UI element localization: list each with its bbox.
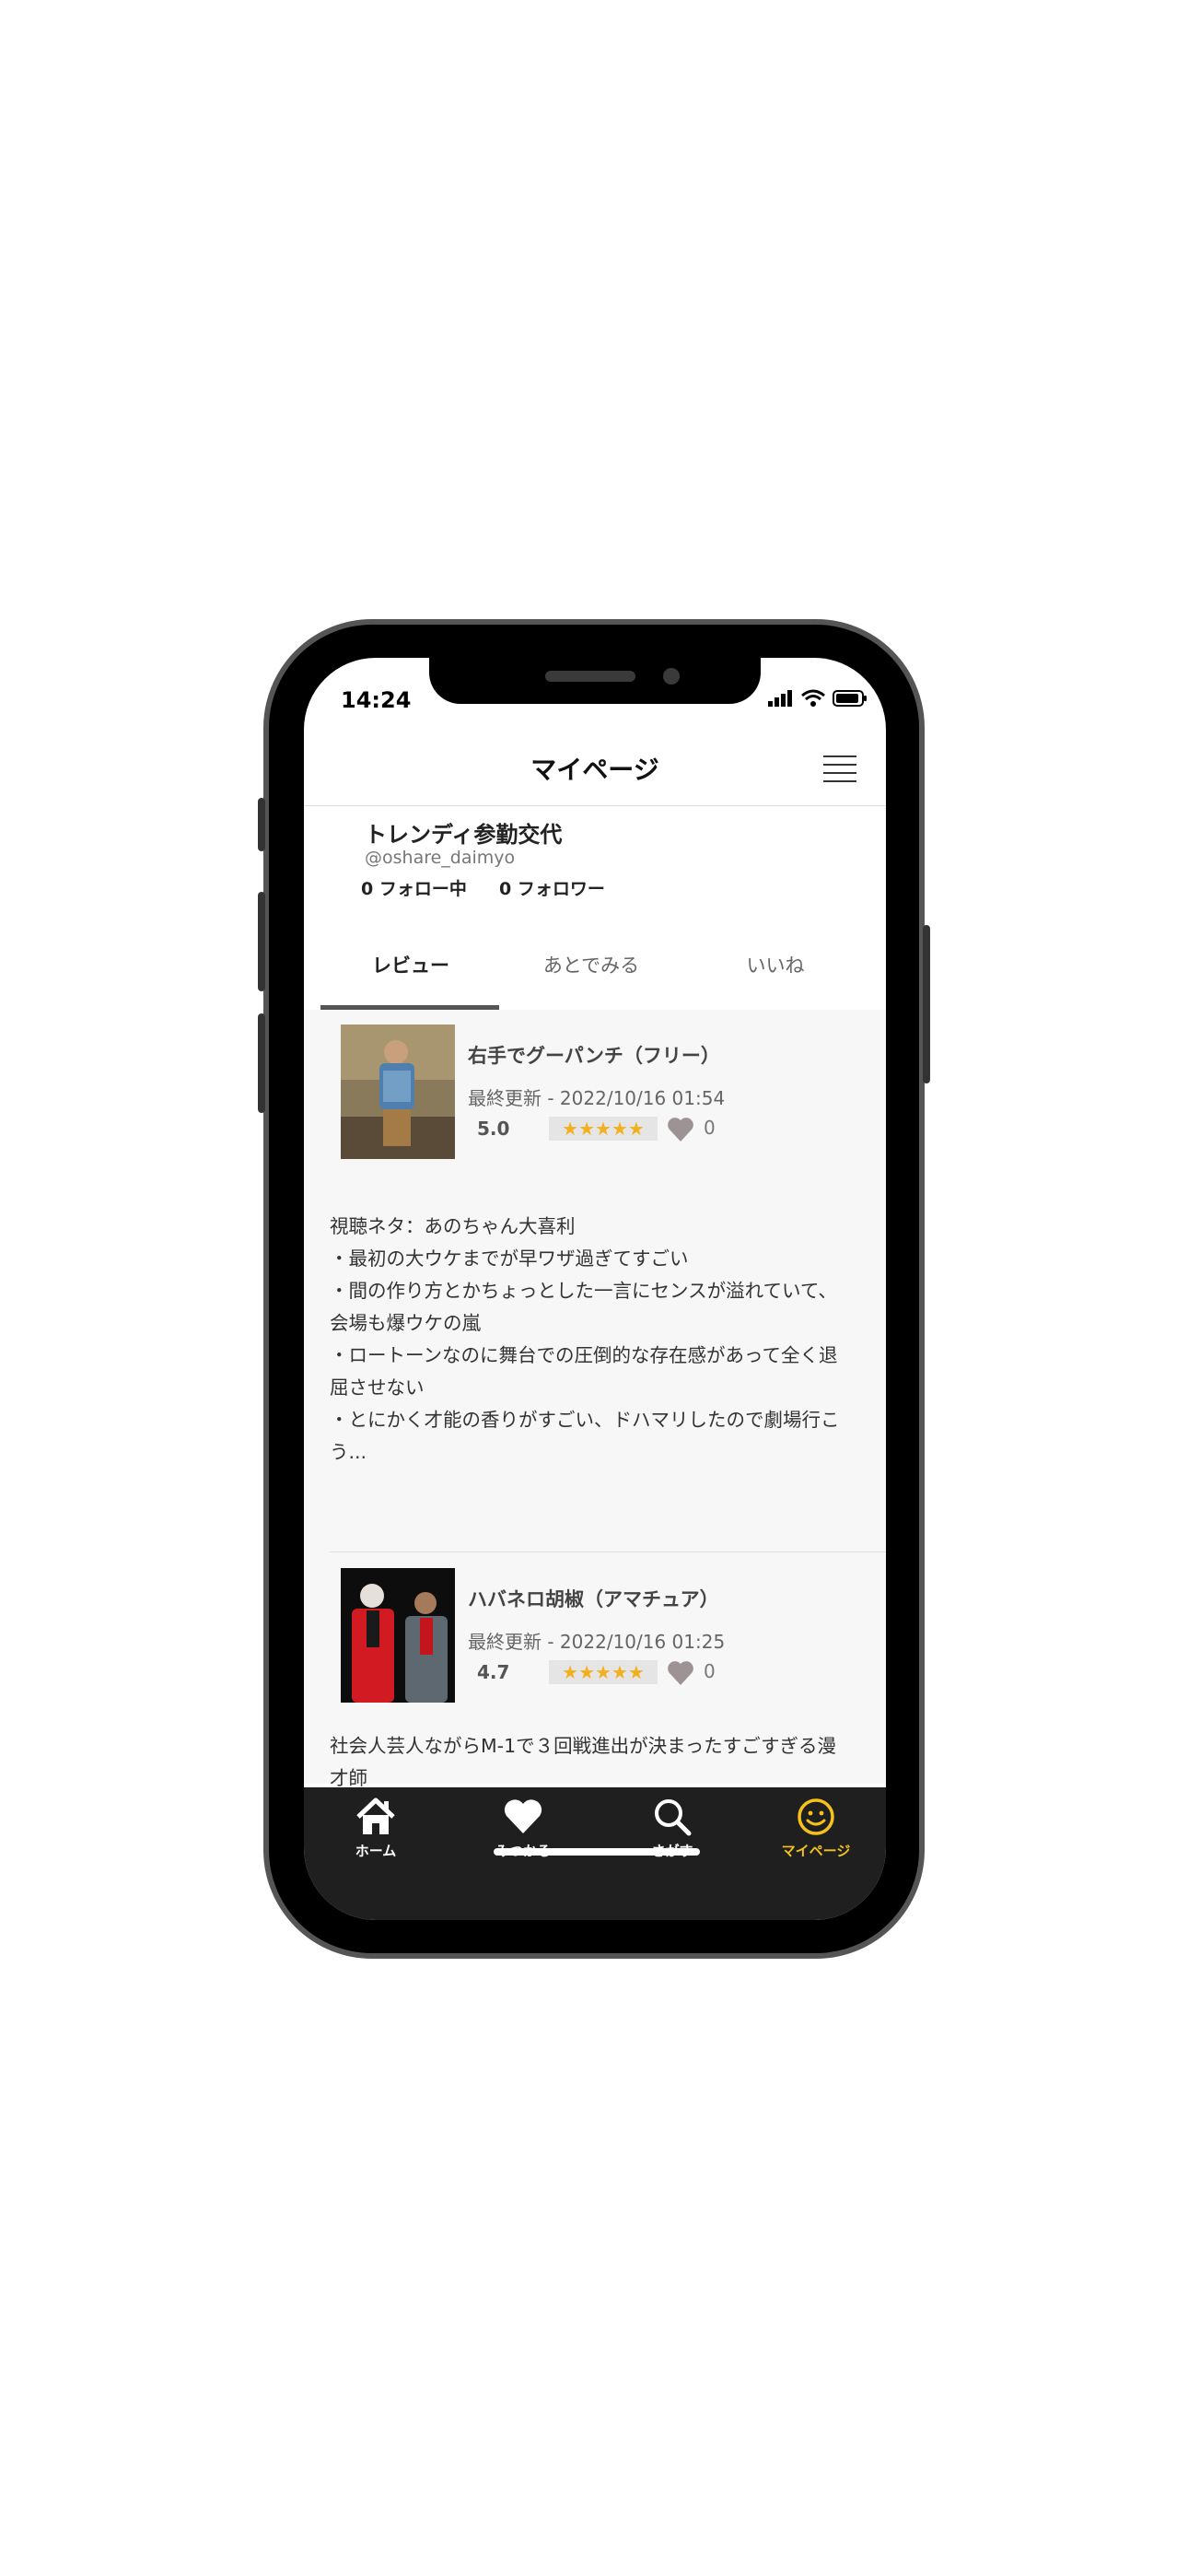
like-count: 0 <box>704 1660 716 1682</box>
profile-name: トレンディ参勤交代 <box>365 822 563 848</box>
review-date: 最終更新 - 2022/10/16 01:25 <box>468 1631 726 1653</box>
profile-tabs: レビュー あとでみる いいね <box>320 951 886 997</box>
cellular-signal-icon <box>768 690 792 707</box>
review-list: 右手でグーパンチ（フリー） 最終更新 - 2022/10/16 01:54 5.… <box>304 1010 886 1789</box>
tabbar-home[interactable]: ホーム <box>320 1797 431 1860</box>
status-time: 14:24 <box>341 687 412 713</box>
smiley-icon <box>798 1798 834 1835</box>
review-body: 社会人芸人ながらM-1で３回戦進出が決まったすごすぎる漫才師 <box>330 1735 837 1789</box>
battery-icon <box>833 690 867 707</box>
notch <box>429 658 761 704</box>
star-rating: ★★★★★ <box>549 1117 658 1141</box>
profile-handle: @oshare_daimyo <box>365 848 516 868</box>
heart-icon[interactable] <box>667 1660 694 1686</box>
tab-likes[interactable]: いいね <box>685 951 866 978</box>
review-title[interactable]: ハバネロ胡椒（アマチュア） <box>468 1585 719 1612</box>
app-screen: 14:24 マイページ トレンディ参勤交代 @oshare_daimyo 0 フ… <box>304 658 886 1920</box>
front-camera <box>663 668 680 685</box>
search-icon <box>655 1799 692 1836</box>
review-thumbnail[interactable] <box>341 1568 455 1703</box>
side-button-volume-down <box>258 1013 265 1113</box>
hamburger-menu-icon[interactable] <box>823 755 856 783</box>
review-body: 視聴ネタ：あのちゃん大喜利 ・最初の大ウケまでが早ワザ過ぎてすごい ・間の作り方… <box>330 1215 840 1463</box>
heart-icon <box>504 1799 542 1833</box>
tabbar-mypage[interactable]: マイページ <box>761 1797 871 1860</box>
page-title: マイページ <box>530 755 659 785</box>
side-button-volume-up <box>258 892 265 991</box>
followers-count[interactable]: 0 フォロワー <box>499 875 605 900</box>
side-button-power <box>923 925 930 1083</box>
review-score: 4.7 <box>477 1661 510 1683</box>
tabbar-label: マイページ <box>781 1843 851 1859</box>
review-thumbnail[interactable] <box>341 1025 455 1159</box>
review-title[interactable]: 右手でグーパンチ（フリー） <box>468 1041 720 1069</box>
side-button-mute <box>258 798 265 851</box>
like-count: 0 <box>704 1117 716 1139</box>
review-score: 5.0 <box>477 1118 510 1140</box>
star-rating: ★★★★★ <box>549 1660 658 1684</box>
tab-watch-later[interactable]: あとでみる <box>501 951 681 978</box>
speaker-grille <box>545 671 635 682</box>
heart-icon[interactable] <box>667 1117 694 1142</box>
tabbar-label: ホーム <box>355 1843 397 1859</box>
home-icon <box>356 1797 395 1834</box>
following-count[interactable]: 0 フォロー中 <box>361 875 467 900</box>
review-date: 最終更新 - 2022/10/16 01:54 <box>468 1087 726 1109</box>
review-divider <box>330 1551 886 1552</box>
tab-reviews[interactable]: レビュー <box>320 951 501 978</box>
home-indicator[interactable] <box>494 1848 700 1856</box>
status-icons <box>768 689 868 708</box>
wifi-icon <box>801 689 825 707</box>
nav-divider <box>304 805 886 806</box>
